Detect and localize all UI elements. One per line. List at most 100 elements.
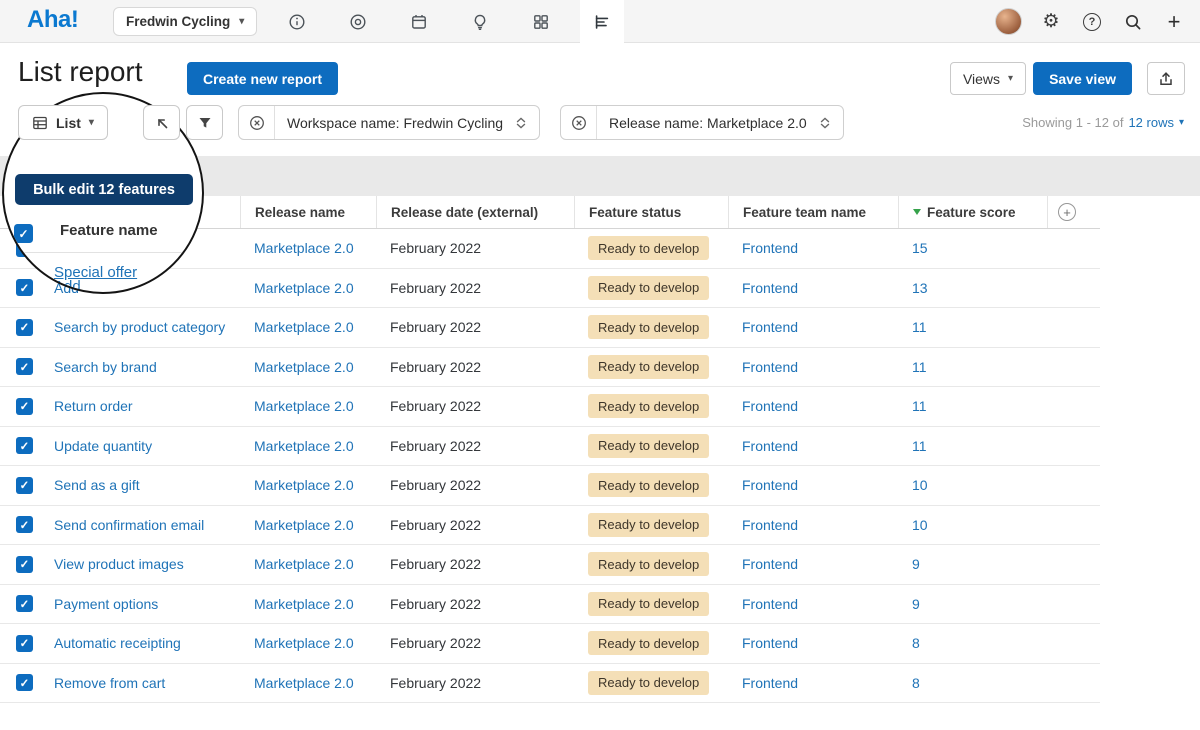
- row-checkbox[interactable]: ✓: [16, 279, 33, 297]
- filter-funnel-button[interactable]: [186, 105, 223, 140]
- row-checkbox[interactable]: ✓: [16, 437, 33, 455]
- feature-team-link[interactable]: Frontend: [742, 438, 798, 454]
- feature-name-link[interactable]: Automatic receipting: [54, 635, 181, 651]
- feature-name-link[interactable]: Search by brand: [54, 359, 157, 375]
- release-name-link[interactable]: Marketplace 2.0: [254, 596, 354, 612]
- feature-team-link[interactable]: Frontend: [742, 556, 798, 572]
- create-new-report-button[interactable]: Create new report: [187, 62, 339, 95]
- feature-team-link[interactable]: Frontend: [742, 240, 798, 256]
- feature-score-link[interactable]: 8: [912, 675, 920, 691]
- updown-arrows-icon[interactable]: [817, 115, 843, 131]
- feature-team-link[interactable]: Frontend: [742, 280, 798, 296]
- release-name-link[interactable]: Marketplace 2.0: [254, 319, 354, 335]
- column-header-feature-status[interactable]: Feature status: [574, 196, 728, 228]
- feature-score-link[interactable]: 10: [912, 477, 928, 493]
- feature-score-link[interactable]: 11: [912, 398, 927, 414]
- reports-icon[interactable]: [580, 0, 624, 44]
- release-name-link[interactable]: Marketplace 2.0: [254, 477, 354, 493]
- feature-name-link[interactable]: Remove from cart: [54, 675, 165, 691]
- release-name-link[interactable]: Marketplace 2.0: [254, 438, 354, 454]
- feature-score-link[interactable]: 11: [912, 319, 927, 335]
- feature-team-link[interactable]: Frontend: [742, 596, 798, 612]
- row-checkbox[interactable]: ✓: [16, 595, 33, 613]
- save-view-button[interactable]: Save view: [1033, 62, 1132, 95]
- user-avatar[interactable]: [995, 7, 1022, 37]
- feature-name-link[interactable]: Send as a gift: [54, 477, 140, 493]
- select-all-checkbox[interactable]: ✓: [14, 224, 33, 243]
- feature-name-link[interactable]: Send confirmation email: [54, 517, 204, 533]
- feature-name-link[interactable]: Add: [54, 278, 81, 292]
- avatar-image: [995, 8, 1022, 35]
- release-name-link[interactable]: Marketplace 2.0: [254, 240, 354, 256]
- column-header-feature-score[interactable]: Feature score: [898, 196, 1048, 228]
- feature-score-link[interactable]: 13: [912, 280, 928, 296]
- views-dropdown-button[interactable]: Views ▾: [949, 62, 1027, 95]
- release-date-text: February 2022: [390, 516, 482, 533]
- search-icon[interactable]: [1121, 7, 1145, 37]
- share-icon: [1160, 71, 1172, 85]
- feature-score-link[interactable]: 9: [912, 596, 920, 612]
- filter-chip-label[interactable]: Workspace name: Fredwin Cycling: [275, 115, 513, 131]
- row-checkbox[interactable]: ✓: [16, 318, 33, 336]
- remove-filter-button[interactable]: [561, 106, 597, 139]
- feature-score-link[interactable]: 15: [912, 240, 928, 256]
- feature-score-link[interactable]: 8: [912, 635, 920, 651]
- add-column-button[interactable]: +: [1058, 203, 1076, 221]
- aha-logo[interactable]: Aha!: [27, 6, 79, 34]
- chevron-down-icon[interactable]: ▾: [1179, 117, 1184, 128]
- release-name-link[interactable]: Marketplace 2.0: [254, 675, 354, 691]
- info-icon[interactable]: [275, 0, 319, 44]
- column-header-feature-team[interactable]: Feature team name: [728, 196, 898, 228]
- feature-team-link[interactable]: Frontend: [742, 398, 798, 414]
- row-select-cell: ✓: [0, 634, 40, 652]
- feature-score-link[interactable]: 11: [912, 359, 927, 375]
- row-checkbox[interactable]: ✓: [16, 358, 33, 376]
- ideas-lightbulb-icon[interactable]: [458, 0, 502, 44]
- feature-team-link[interactable]: Frontend: [742, 635, 798, 651]
- release-name-link[interactable]: Marketplace 2.0: [254, 280, 354, 296]
- settings-gear-icon[interactable]: ⚙: [1039, 7, 1063, 37]
- filter-chip-label[interactable]: Release name: Marketplace 2.0: [597, 115, 817, 131]
- feature-score-link[interactable]: 9: [912, 556, 920, 572]
- release-name-link[interactable]: Marketplace 2.0: [254, 398, 354, 414]
- row-checkbox[interactable]: ✓: [16, 397, 33, 415]
- row-checkbox[interactable]: ✓: [16, 674, 33, 692]
- feature-name-link[interactable]: View product images: [54, 556, 184, 572]
- bulk-edit-button[interactable]: Bulk edit 12 features: [15, 174, 193, 205]
- release-name-link[interactable]: Marketplace 2.0: [254, 517, 354, 533]
- feature-team-link[interactable]: Frontend: [742, 359, 798, 375]
- feature-name-link[interactable]: Search by product category: [54, 319, 225, 335]
- add-plus-icon[interactable]: +: [1162, 7, 1186, 37]
- help-icon[interactable]: ?: [1080, 7, 1104, 37]
- features-grid-icon[interactable]: [519, 0, 563, 44]
- row-select-cell: ✓: [0, 397, 40, 415]
- remove-filter-button[interactable]: [239, 106, 275, 139]
- column-header-release-name[interactable]: Release name: [240, 196, 376, 228]
- feature-name-link[interactable]: Update quantity: [54, 438, 152, 454]
- updown-arrows-icon[interactable]: [513, 115, 539, 131]
- row-checkbox[interactable]: ✓: [16, 516, 33, 534]
- pivot-arrow-button[interactable]: [143, 105, 180, 140]
- row-checkbox[interactable]: ✓: [16, 555, 33, 573]
- release-date-text: February 2022: [390, 358, 482, 375]
- feature-name-link[interactable]: Payment options: [54, 596, 158, 612]
- row-checkbox[interactable]: ✓: [16, 476, 33, 494]
- feature-team-link[interactable]: Frontend: [742, 517, 798, 533]
- release-name-link[interactable]: Marketplace 2.0: [254, 556, 354, 572]
- calendar-icon[interactable]: [397, 0, 441, 44]
- workspace-selector[interactable]: Fredwin Cycling ▾: [113, 7, 258, 36]
- feature-team-link[interactable]: Frontend: [742, 319, 798, 335]
- feature-score-link[interactable]: 10: [912, 517, 928, 533]
- row-checkbox[interactable]: ✓: [16, 634, 33, 652]
- feature-score-link[interactable]: 11: [912, 438, 927, 454]
- row-count-link[interactable]: 12 rows: [1128, 115, 1174, 130]
- release-name-link[interactable]: Marketplace 2.0: [254, 635, 354, 651]
- share-export-button[interactable]: [1147, 62, 1185, 95]
- goals-icon[interactable]: [336, 0, 380, 44]
- release-name-link[interactable]: Marketplace 2.0: [254, 359, 354, 375]
- feature-team-link[interactable]: Frontend: [742, 675, 798, 691]
- view-type-list-button[interactable]: List ▾: [18, 105, 108, 140]
- column-header-release-date[interactable]: Release date (external): [376, 196, 574, 228]
- feature-name-link[interactable]: Return order: [54, 398, 133, 414]
- feature-team-link[interactable]: Frontend: [742, 477, 798, 493]
